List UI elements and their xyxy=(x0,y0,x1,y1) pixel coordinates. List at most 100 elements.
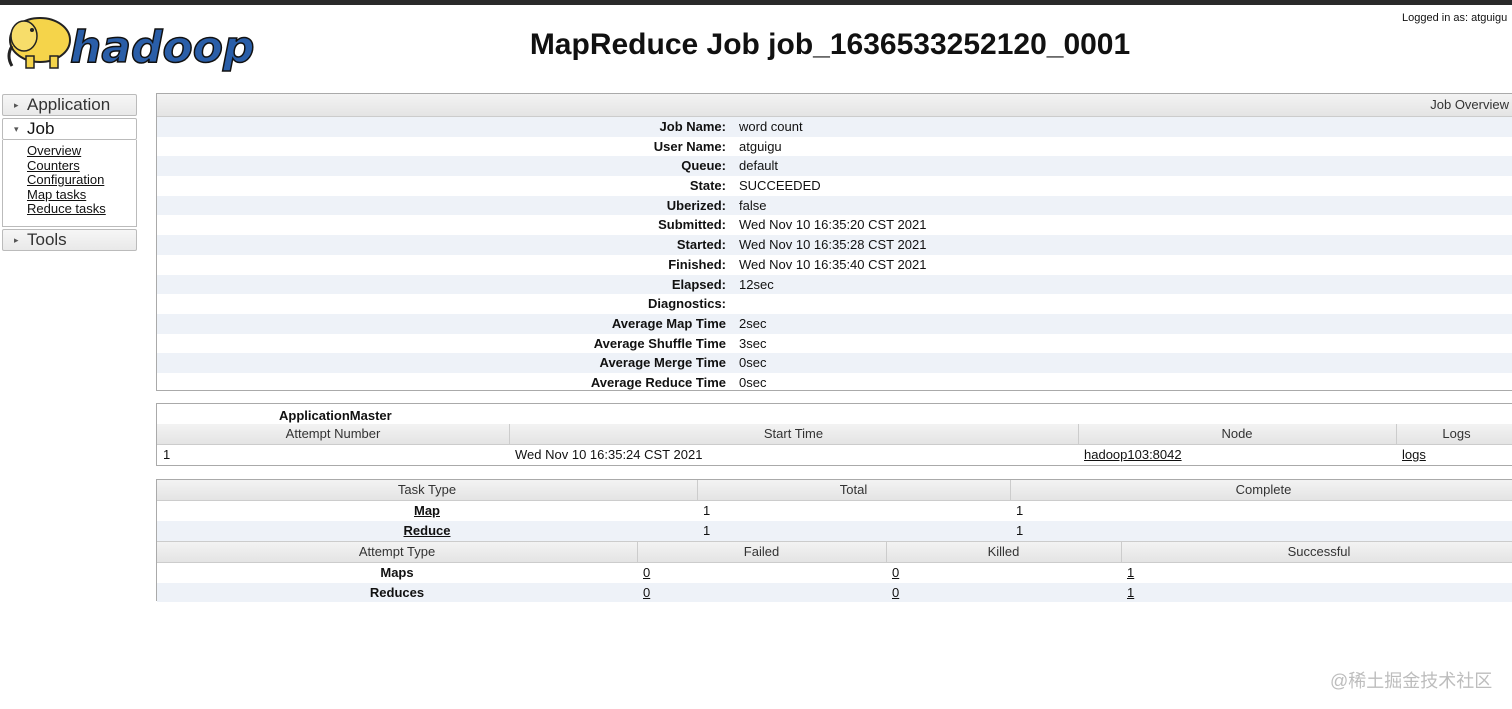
column-header[interactable]: Logs xyxy=(1396,424,1512,444)
table-row: Map 1 1 xyxy=(157,501,1512,521)
start-time: Wed Nov 10 16:35:24 CST 2021 xyxy=(515,447,703,462)
job-overview-panel: Job Overview Job Name: word count User Nam… xyxy=(156,93,1512,391)
overview-row: Average Merge Time 0sec xyxy=(157,353,1512,373)
sidebar-link-counters[interactable]: Counters xyxy=(27,158,136,174)
overview-row: Queue: default xyxy=(157,156,1512,177)
attempt-number: 1 xyxy=(163,447,171,462)
sidebar-application[interactable]: ▸ Application xyxy=(2,94,137,116)
sidebar-link-reduce-tasks[interactable]: Reduce tasks xyxy=(27,202,136,217)
overview-value: SUCCEEDED xyxy=(739,178,821,194)
overview-key: Diagnostics: xyxy=(647,296,726,312)
overview-row: Elapsed: 12sec xyxy=(157,274,1512,295)
overview-key: Started: xyxy=(676,237,726,253)
overview-value: atguigu xyxy=(739,138,782,154)
column-header[interactable]: Successful xyxy=(1121,542,1512,562)
sidebar-application-label: Application xyxy=(27,95,111,114)
overview-row: Diagnostics: xyxy=(157,294,1512,314)
overview-key: Average Reduce Time xyxy=(590,374,726,390)
overview-key: State: xyxy=(689,178,726,194)
table-caption: ApplicationMaster xyxy=(279,408,392,423)
overview-value: word count xyxy=(739,119,803,134)
map-task-link[interactable]: Map xyxy=(414,503,440,518)
job-menu: Overview Counters Configuration Map task… xyxy=(2,140,137,227)
overview-key: Elapsed: xyxy=(671,276,726,292)
overview-value: default xyxy=(739,158,779,174)
task-table-header: Task Type Total Complete xyxy=(157,480,1512,501)
sidebar-link-map-tasks[interactable]: Map tasks xyxy=(27,187,136,203)
sidebar-link-overview[interactable]: Overview xyxy=(27,143,136,159)
page-title: MapReduce Job job_1636533252120_0001 xyxy=(529,28,1131,61)
sidebar-job[interactable]: ▾ Job xyxy=(2,118,137,140)
overview-value: 0sec xyxy=(739,374,767,390)
overview-row: Finished: Wed Nov 10 16:35:40 CST 2021 xyxy=(157,255,1512,275)
reduces-killed-link[interactable]: 0 xyxy=(892,585,899,600)
sidebar-job-label: Job xyxy=(27,119,55,138)
attempt-type: Maps xyxy=(380,565,414,580)
logs-link[interactable]: logs xyxy=(1402,447,1426,462)
overview-value: Wed Nov 10 16:35:28 CST 2021 xyxy=(739,237,927,253)
overview-value: false xyxy=(739,197,767,213)
column-header[interactable]: Attempt Type xyxy=(157,542,637,562)
overview-key: Finished: xyxy=(668,256,726,272)
overview-row: Submitted: Wed Nov 10 16:35:20 CST 2021 xyxy=(157,215,1512,235)
overview-row: User Name: atguigu xyxy=(157,137,1512,157)
reduces-successful-link[interactable]: 1 xyxy=(1127,585,1134,600)
overview-value: 0sec xyxy=(739,355,767,371)
map-total: 1 xyxy=(703,503,711,518)
svg-text:hadoop: hadoop xyxy=(70,22,254,73)
table-row: 1 Wed Nov 10 16:35:24 CST 2021 hadoop103… xyxy=(157,445,1512,465)
overview-key: User Name: xyxy=(653,138,726,154)
application-master-table: ApplicationMaster Attempt Number Start T… xyxy=(156,403,1512,466)
overview-key: Uberized: xyxy=(666,197,726,213)
overview-value: Wed Nov 10 16:35:20 CST 2021 xyxy=(739,217,927,233)
overview-row: Job Name: word count xyxy=(157,117,1512,137)
reduces-failed-link[interactable]: 0 xyxy=(643,585,650,600)
column-header[interactable]: Complete xyxy=(1010,480,1512,500)
overview-row: Uberized: false xyxy=(157,195,1512,216)
overview-row: State: SUCCEEDED xyxy=(157,176,1512,196)
column-header[interactable]: Attempt Number xyxy=(157,424,509,444)
task-summary-table: Task Type Total Complete Map 1 1 Reduce … xyxy=(156,479,1512,602)
column-header[interactable]: Killed xyxy=(886,542,1121,562)
overview-value: 12sec xyxy=(739,276,774,292)
column-header[interactable]: Start Time xyxy=(509,424,1078,444)
reduce-task-link[interactable]: Reduce xyxy=(404,523,451,538)
attempt-type: Reduces xyxy=(369,585,425,600)
attempt-table-header: Attempt Type Failed Killed Successful xyxy=(157,541,1512,563)
overview-key: Queue: xyxy=(681,158,726,174)
hadoop-logo[interactable]: hadoop xyxy=(4,10,262,74)
overview-row: Started: Wed Nov 10 16:35:28 CST 2021 xyxy=(157,235,1512,255)
sidebar-tools[interactable]: ▸ Tools xyxy=(2,229,137,251)
overview-key: Job Name: xyxy=(659,119,726,134)
reduce-total: 1 xyxy=(703,523,711,538)
maps-successful-link[interactable]: 1 xyxy=(1127,565,1134,580)
top-border xyxy=(0,0,1512,5)
table-row: Maps 0 0 1 xyxy=(157,563,1512,583)
maps-killed-link[interactable]: 0 xyxy=(892,565,899,580)
caret-right-icon: ▸ xyxy=(14,235,19,245)
hadoop-elephant-icon: hadoop xyxy=(7,17,255,74)
column-header[interactable]: Task Type xyxy=(157,480,697,500)
column-header[interactable]: Node xyxy=(1078,424,1396,444)
overview-value: 2sec xyxy=(739,315,767,331)
column-header[interactable]: Total xyxy=(697,480,1010,500)
overview-row: Average Shuffle Time 3sec xyxy=(157,334,1512,354)
table-row: Reduces 0 0 1 xyxy=(157,583,1512,602)
table-row: Reduce 1 1 xyxy=(157,521,1512,541)
caret-right-icon: ▸ xyxy=(14,100,19,110)
overview-key: Average Shuffle Time xyxy=(593,335,726,351)
overview-value: Wed Nov 10 16:35:40 CST 2021 xyxy=(739,256,927,272)
node-link[interactable]: hadoop103:8042 xyxy=(1084,447,1182,462)
reduce-complete: 1 xyxy=(1016,523,1024,538)
watermark: @稀土掘金技术社区 xyxy=(1330,671,1493,691)
job-overview-header: Job Overview xyxy=(157,94,1512,117)
overview-value: 3sec xyxy=(739,335,767,351)
logged-in-user: Logged in as: atguigu xyxy=(1402,12,1508,24)
column-header[interactable]: Failed xyxy=(637,542,886,562)
table-header: Attempt Number Start Time Node Logs xyxy=(157,424,1512,445)
overview-row: Average Reduce Time 0sec xyxy=(157,373,1512,393)
overview-key: Average Map Time xyxy=(611,315,726,331)
sidebar-link-configuration[interactable]: Configuration xyxy=(27,173,136,188)
maps-failed-link[interactable]: 0 xyxy=(643,565,650,580)
overview-key: Average Merge Time xyxy=(599,355,726,371)
